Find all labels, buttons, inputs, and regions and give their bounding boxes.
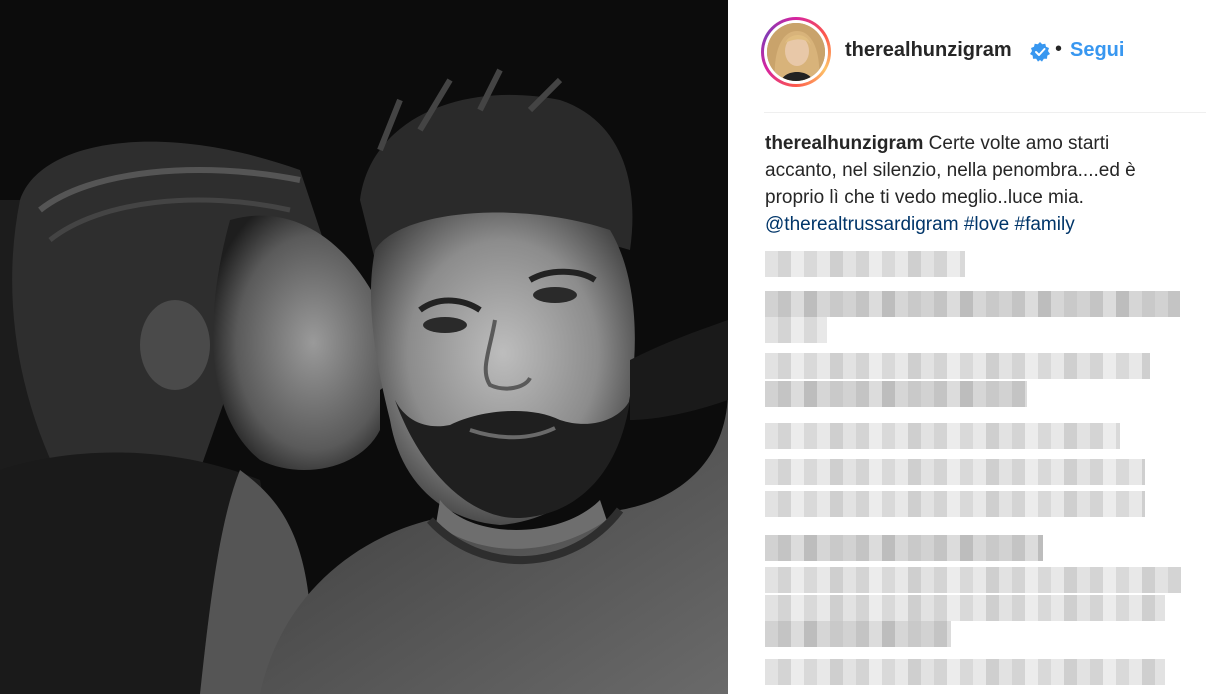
avatar-frame	[764, 20, 828, 84]
photo-image	[0, 0, 728, 694]
blurred-comment	[765, 535, 1043, 561]
post-side-panel: therealhunzigram • Segui therealhunzigra…	[728, 0, 1217, 694]
header-separator: •	[1055, 38, 1063, 60]
caption-mention-link[interactable]: @therealtrussardigram	[765, 214, 959, 235]
hashtag-link[interactable]: #family	[1015, 214, 1075, 235]
blurred-comment	[765, 567, 1181, 593]
hashtag-link[interactable]: #love	[964, 214, 1009, 235]
blurred-comment	[765, 659, 1165, 685]
instagram-post: therealhunzigram • Segui therealhunzigra…	[0, 0, 1217, 694]
blurred-comment	[765, 423, 1120, 449]
avatar[interactable]	[767, 23, 825, 81]
avatar-image	[767, 23, 825, 81]
blurred-comment	[765, 317, 827, 343]
blurred-comment	[765, 353, 1150, 379]
post-photo[interactable]	[0, 0, 728, 694]
verified-badge-icon	[1030, 42, 1050, 62]
post-header: therealhunzigram • Segui	[728, 0, 1217, 112]
blurred-comment	[765, 251, 965, 277]
story-ring[interactable]	[761, 17, 831, 87]
caption-username[interactable]: therealhunzigram	[765, 133, 923, 154]
post-caption: therealhunzigram Certe volte amo starti …	[765, 130, 1185, 238]
blurred-comment	[765, 381, 1027, 407]
blurred-comment	[765, 595, 1165, 621]
follow-button[interactable]: Segui	[1070, 39, 1124, 62]
blurred-comment	[765, 459, 1145, 485]
blurred-comment	[765, 291, 1180, 317]
header-divider	[764, 112, 1206, 113]
blurred-comment	[765, 621, 951, 647]
blurred-comment	[765, 491, 1145, 517]
header-username[interactable]: therealhunzigram	[845, 39, 1012, 62]
